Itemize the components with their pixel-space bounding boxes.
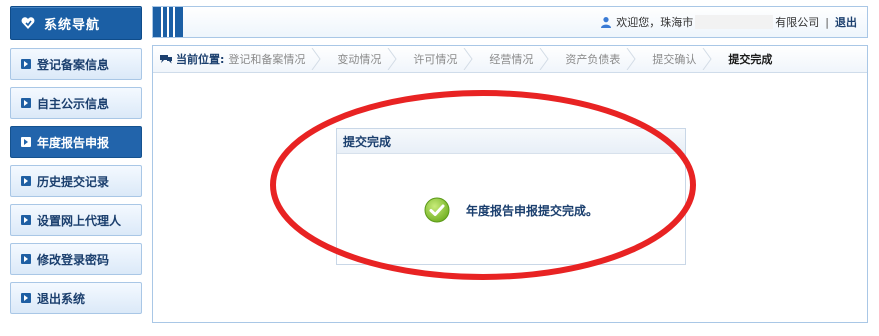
sidebar-item-label: 设置网上代理人: [37, 213, 122, 228]
checkmark-circle-icon: [424, 197, 450, 223]
arrow-square-icon: [21, 215, 31, 225]
breadcrumb: 当前位置: 登记和备案情况 变动情况 许可情况 经营情况 资产负债表 提交确认 …: [153, 46, 867, 73]
breadcrumb-step-label: 资产负债表: [565, 53, 621, 66]
breadcrumb-step-label: 提交确认: [652, 53, 697, 66]
breadcrumb-label: 当前位置:: [176, 53, 225, 66]
chevron-right-icon: [388, 48, 398, 70]
sidebar-nav: 系统导航 登记备案信息 自主公示信息 年度报告申报 历史提交记录 设置网上代理人…: [10, 6, 142, 324]
sidebar-item-registration-info[interactable]: 登记备案信息: [10, 48, 142, 80]
sidebar-item-exit[interactable]: 退出系统: [10, 282, 142, 314]
arrow-square-icon: [21, 98, 31, 108]
heart-shield-icon: [21, 17, 35, 29]
sidebar-item-label: 自主公示信息: [37, 96, 110, 111]
breadcrumb-step-balance-sheet[interactable]: 资产负债表: [565, 48, 652, 70]
welcome-suffix: 有限公司: [775, 16, 820, 29]
sidebar-item-change-password[interactable]: 修改登录密码: [10, 243, 142, 275]
main-panel: 当前位置: 登记和备案情况 变动情况 许可情况 经营情况 资产负债表 提交确认 …: [152, 45, 868, 323]
user-icon: [601, 17, 612, 28]
breadcrumb-step-label: 提交完成: [728, 53, 773, 66]
top-bar: 欢迎您，珠海市 有限公司 | 退出: [152, 6, 868, 38]
sidebar-item-label: 历史提交记录: [37, 174, 110, 189]
welcome-prefix: 欢迎您，珠海市: [616, 16, 694, 29]
sidebar-item-label: 年度报告申报: [37, 135, 110, 150]
sidebar-header: 系统导航: [10, 6, 142, 40]
sidebar-item-annual-report[interactable]: 年度报告申报: [10, 126, 142, 158]
result-panel-body: 年度报告申报提交完成。: [337, 154, 685, 266]
breadcrumb-step-complete: 提交完成: [728, 51, 782, 67]
breadcrumb-step-label: 许可情况: [413, 53, 458, 66]
chevron-right-icon: [312, 48, 322, 70]
header-decoration: [153, 7, 183, 37]
arrow-square-icon: [21, 293, 31, 303]
breadcrumb-step-label: 经营情况: [489, 53, 534, 66]
arrow-square-icon: [21, 254, 31, 264]
sidebar-item-label: 修改登录密码: [37, 252, 110, 267]
sidebar-item-history[interactable]: 历史提交记录: [10, 165, 142, 197]
submission-result-panel: 提交完成 年度报告申报提交完成。: [336, 128, 686, 265]
logout-link[interactable]: 退出: [835, 14, 857, 30]
welcome-area: 欢迎您，珠海市 有限公司 | 退出: [600, 7, 857, 37]
separator: |: [825, 15, 829, 29]
sidebar-item-self-disclosure[interactable]: 自主公示信息: [10, 87, 142, 119]
breadcrumb-step-operations[interactable]: 经营情况: [489, 48, 565, 70]
success-message: 年度报告申报提交完成。: [465, 203, 598, 218]
chevron-right-icon: [627, 48, 637, 70]
location-pin-icon: [160, 55, 172, 64]
redacted-company-name: [695, 15, 774, 29]
arrow-square-icon: [21, 59, 31, 69]
chevron-right-icon: [464, 48, 474, 70]
sidebar-title: 系统导航: [44, 17, 101, 33]
breadcrumb-step-confirm[interactable]: 提交确认: [652, 48, 728, 70]
chevron-right-icon: [540, 48, 550, 70]
breadcrumb-step-registration[interactable]: 登记和备案情况: [228, 48, 337, 70]
breadcrumb-step-changes[interactable]: 变动情况: [337, 48, 413, 70]
arrow-square-icon: [21, 176, 31, 186]
sidebar-item-online-agent[interactable]: 设置网上代理人: [10, 204, 142, 236]
breadcrumb-step-label: 登记和备案情况: [228, 53, 306, 66]
result-panel-title: 提交完成: [337, 129, 685, 154]
sidebar-item-label: 退出系统: [37, 291, 86, 306]
arrow-square-icon: [21, 137, 31, 147]
sidebar-item-label: 登记备案信息: [37, 57, 110, 72]
sidebar-menu: 登记备案信息 自主公示信息 年度报告申报 历史提交记录 设置网上代理人 修改登录…: [10, 48, 142, 314]
chevron-right-icon: [703, 48, 713, 70]
breadcrumb-step-label: 变动情况: [337, 53, 382, 66]
breadcrumb-step-licenses[interactable]: 许可情况: [413, 48, 489, 70]
